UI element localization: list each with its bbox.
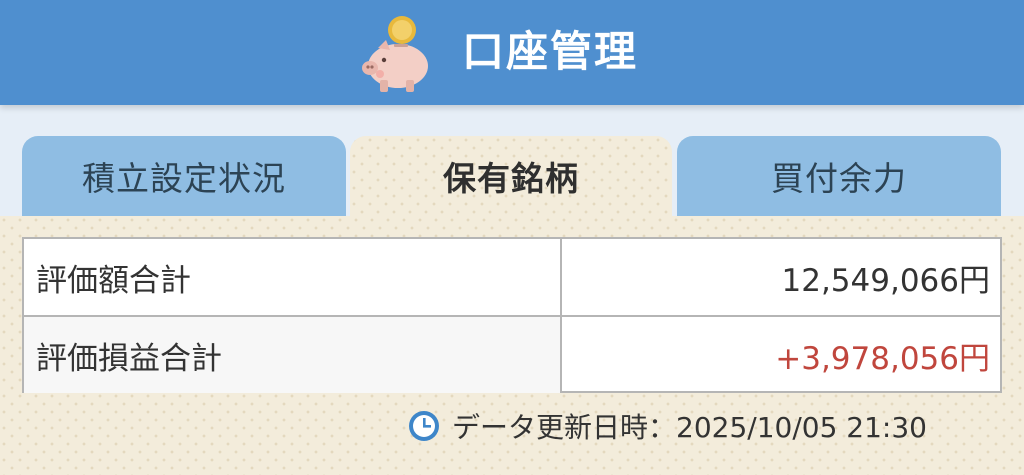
clock-icon bbox=[409, 411, 439, 441]
tab-buying-power[interactable]: 買付余力 bbox=[677, 136, 1001, 216]
app-header: 口座管理 bbox=[0, 0, 1024, 105]
tab-accumulation-settings[interactable]: 積立設定状況 bbox=[22, 136, 346, 216]
data-updated-timestamp: データ更新日時：2025/10/05 21:30 bbox=[408, 406, 927, 446]
valuation-total-label: 評価額合計 bbox=[24, 239, 562, 315]
valuation-total-value: 12,549,066円 bbox=[781, 262, 991, 299]
table-row: 評価額合計 12,549,066円 bbox=[24, 239, 1000, 317]
table-row: 評価損益合計 +3,978,056円 bbox=[24, 317, 1000, 393]
unrealized-gain-total-label: 評価損益合計 bbox=[24, 317, 562, 393]
updated-text: データ更新日時：2025/10/05 21:30 bbox=[452, 411, 927, 444]
summary-table: 評価額合計 12,549,066円 評価損益合計 +3,978,056円 bbox=[22, 237, 1002, 393]
piggy-bank-coin-icon bbox=[362, 16, 428, 92]
tab-holdings[interactable]: 保有銘柄 bbox=[350, 136, 672, 216]
page-title: 口座管理 bbox=[462, 27, 639, 76]
unrealized-gain-total-value: +3,978,056円 bbox=[775, 340, 990, 377]
